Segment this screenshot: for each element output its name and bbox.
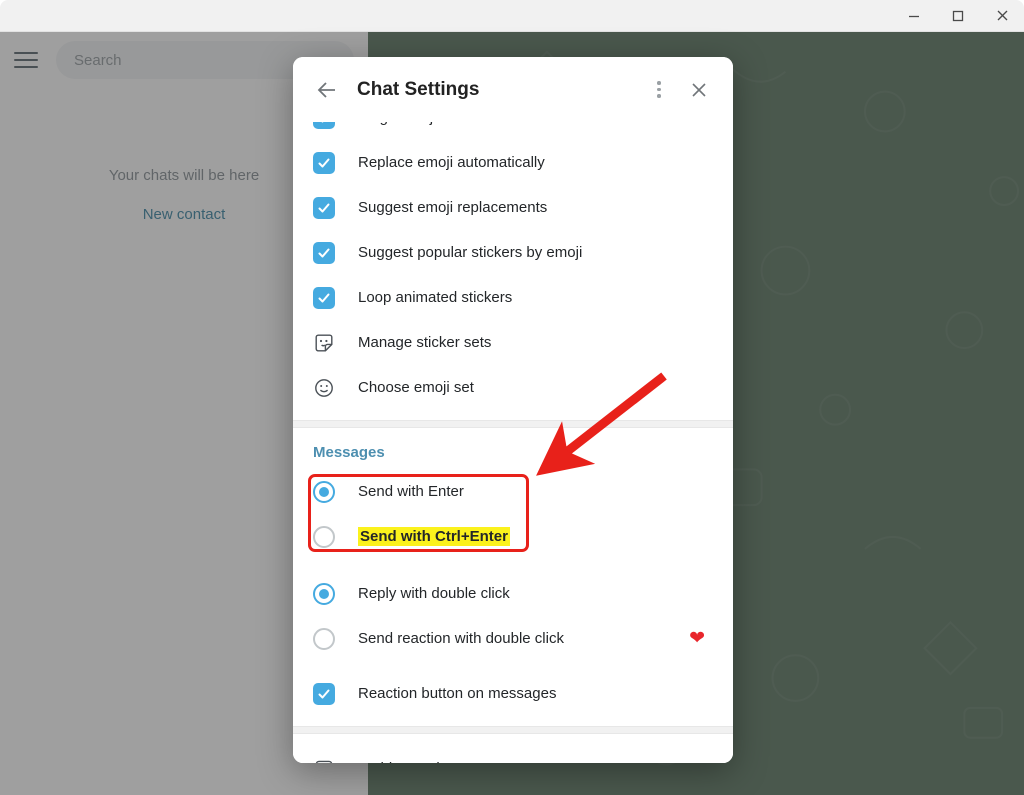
section-divider [293,726,733,734]
setting-label: Suggest popular stickers by emoji [358,244,583,261]
setting-row-loop-stickers[interactable]: Loop animated stickers [293,275,733,320]
setting-row-choose-emoji-set[interactable]: Choose emoji set [293,365,733,410]
setting-label: Send with Enter [358,483,464,500]
setting-label: Loop animated stickers [358,289,513,306]
setting-label: Large emoji [358,122,436,126]
checkbox[interactable] [313,151,335,174]
setting-label: Choose emoji set [358,379,474,396]
window-titlebar [0,0,1024,32]
chat-settings-dialog: Chat Settings Large emo [293,57,733,763]
section-divider [293,420,733,428]
window-maximize-button[interactable] [936,0,980,32]
messages-section: Messages Send with Enter Send with Ctrl+… [293,428,733,726]
archive-download-icon [313,758,335,763]
setting-row-replace-emoji[interactable]: Replace emoji automatically [293,140,733,185]
checkbox[interactable] [313,682,335,705]
checkbox[interactable] [313,286,335,309]
section-title-messages: Messages [313,444,385,461]
setting-label: Replace emoji automatically [358,154,545,171]
checkbox[interactable] [313,241,335,264]
setting-row-reaction-button[interactable]: Reaction button on messages [293,671,733,716]
setting-row-send-with-ctrl-enter[interactable]: Send with Ctrl+Enter [293,514,733,559]
page-title: Chat Settings [357,78,480,100]
setting-label: Reaction button on messages [358,685,557,702]
setting-row-large-emoji[interactable]: Large emoji [293,122,733,140]
dialog-header: Chat Settings [293,57,733,122]
setting-row-suggest-emoji[interactable]: Suggest emoji replacements [293,185,733,230]
close-icon[interactable] [679,70,719,110]
setting-label: Manage sticker sets [358,334,492,351]
checkbox[interactable] [313,122,335,129]
setting-label: Send reaction with double click [358,630,564,647]
radio-button[interactable] [313,480,335,503]
setting-row-reply-double-click[interactable]: Reply with double click [293,571,733,616]
more-vertical-icon[interactable] [639,70,679,110]
stickers-emoji-section: Large emoji Replace emoji automatically … [293,122,733,420]
setting-row-send-with-enter[interactable]: Send with Enter [293,469,733,514]
window-minimize-button[interactable] [892,0,936,32]
setting-row-manage-sticker-sets[interactable]: Manage sticker sets [293,320,733,365]
radio-button[interactable] [313,525,335,548]
clipped-row: Large emoji [293,122,733,140]
setting-label: Archive settings [358,760,464,763]
radio-button[interactable] [313,627,335,650]
radio-button[interactable] [313,582,335,605]
setting-row-send-reaction-double-click[interactable]: Send reaction with double click ❤ [293,616,733,661]
checkbox[interactable] [313,196,335,219]
archive-section: Archive settings [293,734,733,763]
setting-row-suggest-stickers[interactable]: Suggest popular stickers by emoji [293,230,733,275]
emoji-smile-icon [313,377,335,399]
app-root: Search Your chats will be here New conta… [0,0,1024,795]
setting-label: Send with Ctrl+Enter [358,527,510,546]
heart-icon[interactable]: ❤ [689,629,705,648]
setting-row-archive-settings[interactable]: Archive settings [293,746,733,763]
settings-scroll-area[interactable]: Large emoji Replace emoji automatically … [293,122,733,763]
setting-label: Suggest emoji replacements [358,199,548,216]
sticker-icon [313,332,335,354]
back-arrow-icon[interactable] [307,70,347,110]
setting-label: Reply with double click [358,585,510,602]
window-close-button[interactable] [980,0,1024,32]
